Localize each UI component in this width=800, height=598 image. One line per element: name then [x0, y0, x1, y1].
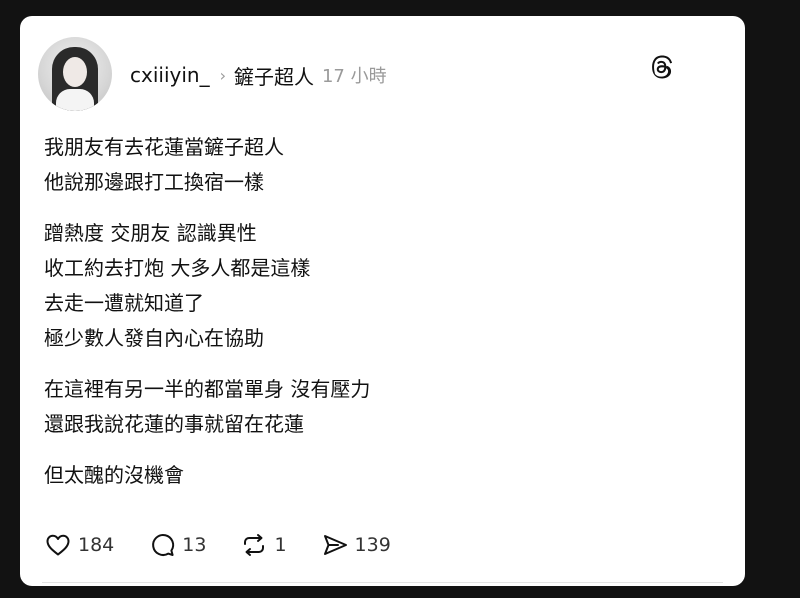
divider — [42, 582, 723, 583]
text-line: 蹭熱度 交朋友 認識異性 — [44, 221, 257, 245]
text-line: 他說那邊跟打工換宿一樣 — [44, 170, 264, 194]
post-header: cxiiiyin_ › 鏟子超人 17 小時 — [130, 60, 387, 90]
text-line: 收工約去打炮 大多人都是這樣 — [44, 256, 311, 280]
topic-tag-link[interactable]: 鏟子超人 — [234, 61, 314, 90]
avatar-face — [63, 57, 87, 87]
threads-logo-icon[interactable] — [648, 54, 674, 80]
reply-button[interactable]: 13 — [148, 531, 206, 559]
text-line: 但太醜的沒機會 — [44, 463, 184, 487]
username-link[interactable]: cxiiiyin_ — [130, 63, 210, 87]
repost-icon — [244, 534, 265, 556]
share-button[interactable]: 139 — [321, 531, 391, 559]
like-button[interactable]: 184 — [44, 531, 114, 559]
like-count: 184 — [78, 534, 115, 556]
action-bar: 184 13 1 139 — [44, 528, 425, 562]
paragraph: 但太醜的沒機會 — [44, 458, 724, 493]
heart-icon — [46, 534, 70, 556]
repost-count: 1 — [274, 534, 287, 556]
paragraph: 蹭熱度 交朋友 認識異性 收工約去打炮 大多人都是這樣 去走一遭就知道了 極少數… — [44, 216, 724, 356]
repost-button[interactable]: 1 — [240, 531, 287, 559]
share-count: 139 — [354, 534, 391, 556]
post-card: cxiiiyin_ › 鏟子超人 17 小時 我朋友有去花蓮當鏟子超人 他說那邊… — [20, 16, 745, 586]
text-line: 還跟我說花蓮的事就留在花蓮 — [44, 412, 304, 436]
text-line: 去走一遭就知道了 — [44, 291, 204, 315]
avatar[interactable] — [38, 37, 112, 111]
text-line: 極少數人發自內心在協助 — [44, 326, 264, 350]
chevron-right-icon: › — [219, 65, 226, 85]
send-icon — [323, 535, 347, 555]
text-line: 在這裡有另一半的都當單身 沒有壓力 — [44, 377, 371, 401]
post-timestamp: 17 小時 — [321, 66, 387, 87]
post-body: 我朋友有去花蓮當鏟子超人 他說那邊跟打工換宿一樣 蹭熱度 交朋友 認識異性 收工… — [44, 130, 724, 509]
comment-icon — [152, 534, 175, 556]
paragraph: 我朋友有去花蓮當鏟子超人 他說那邊跟打工換宿一樣 — [44, 130, 724, 200]
reply-count: 13 — [182, 534, 207, 556]
avatar-body — [56, 89, 94, 111]
text-line: 我朋友有去花蓮當鏟子超人 — [44, 135, 284, 159]
paragraph: 在這裡有另一半的都當單身 沒有壓力 還跟我說花蓮的事就留在花蓮 — [44, 372, 724, 442]
